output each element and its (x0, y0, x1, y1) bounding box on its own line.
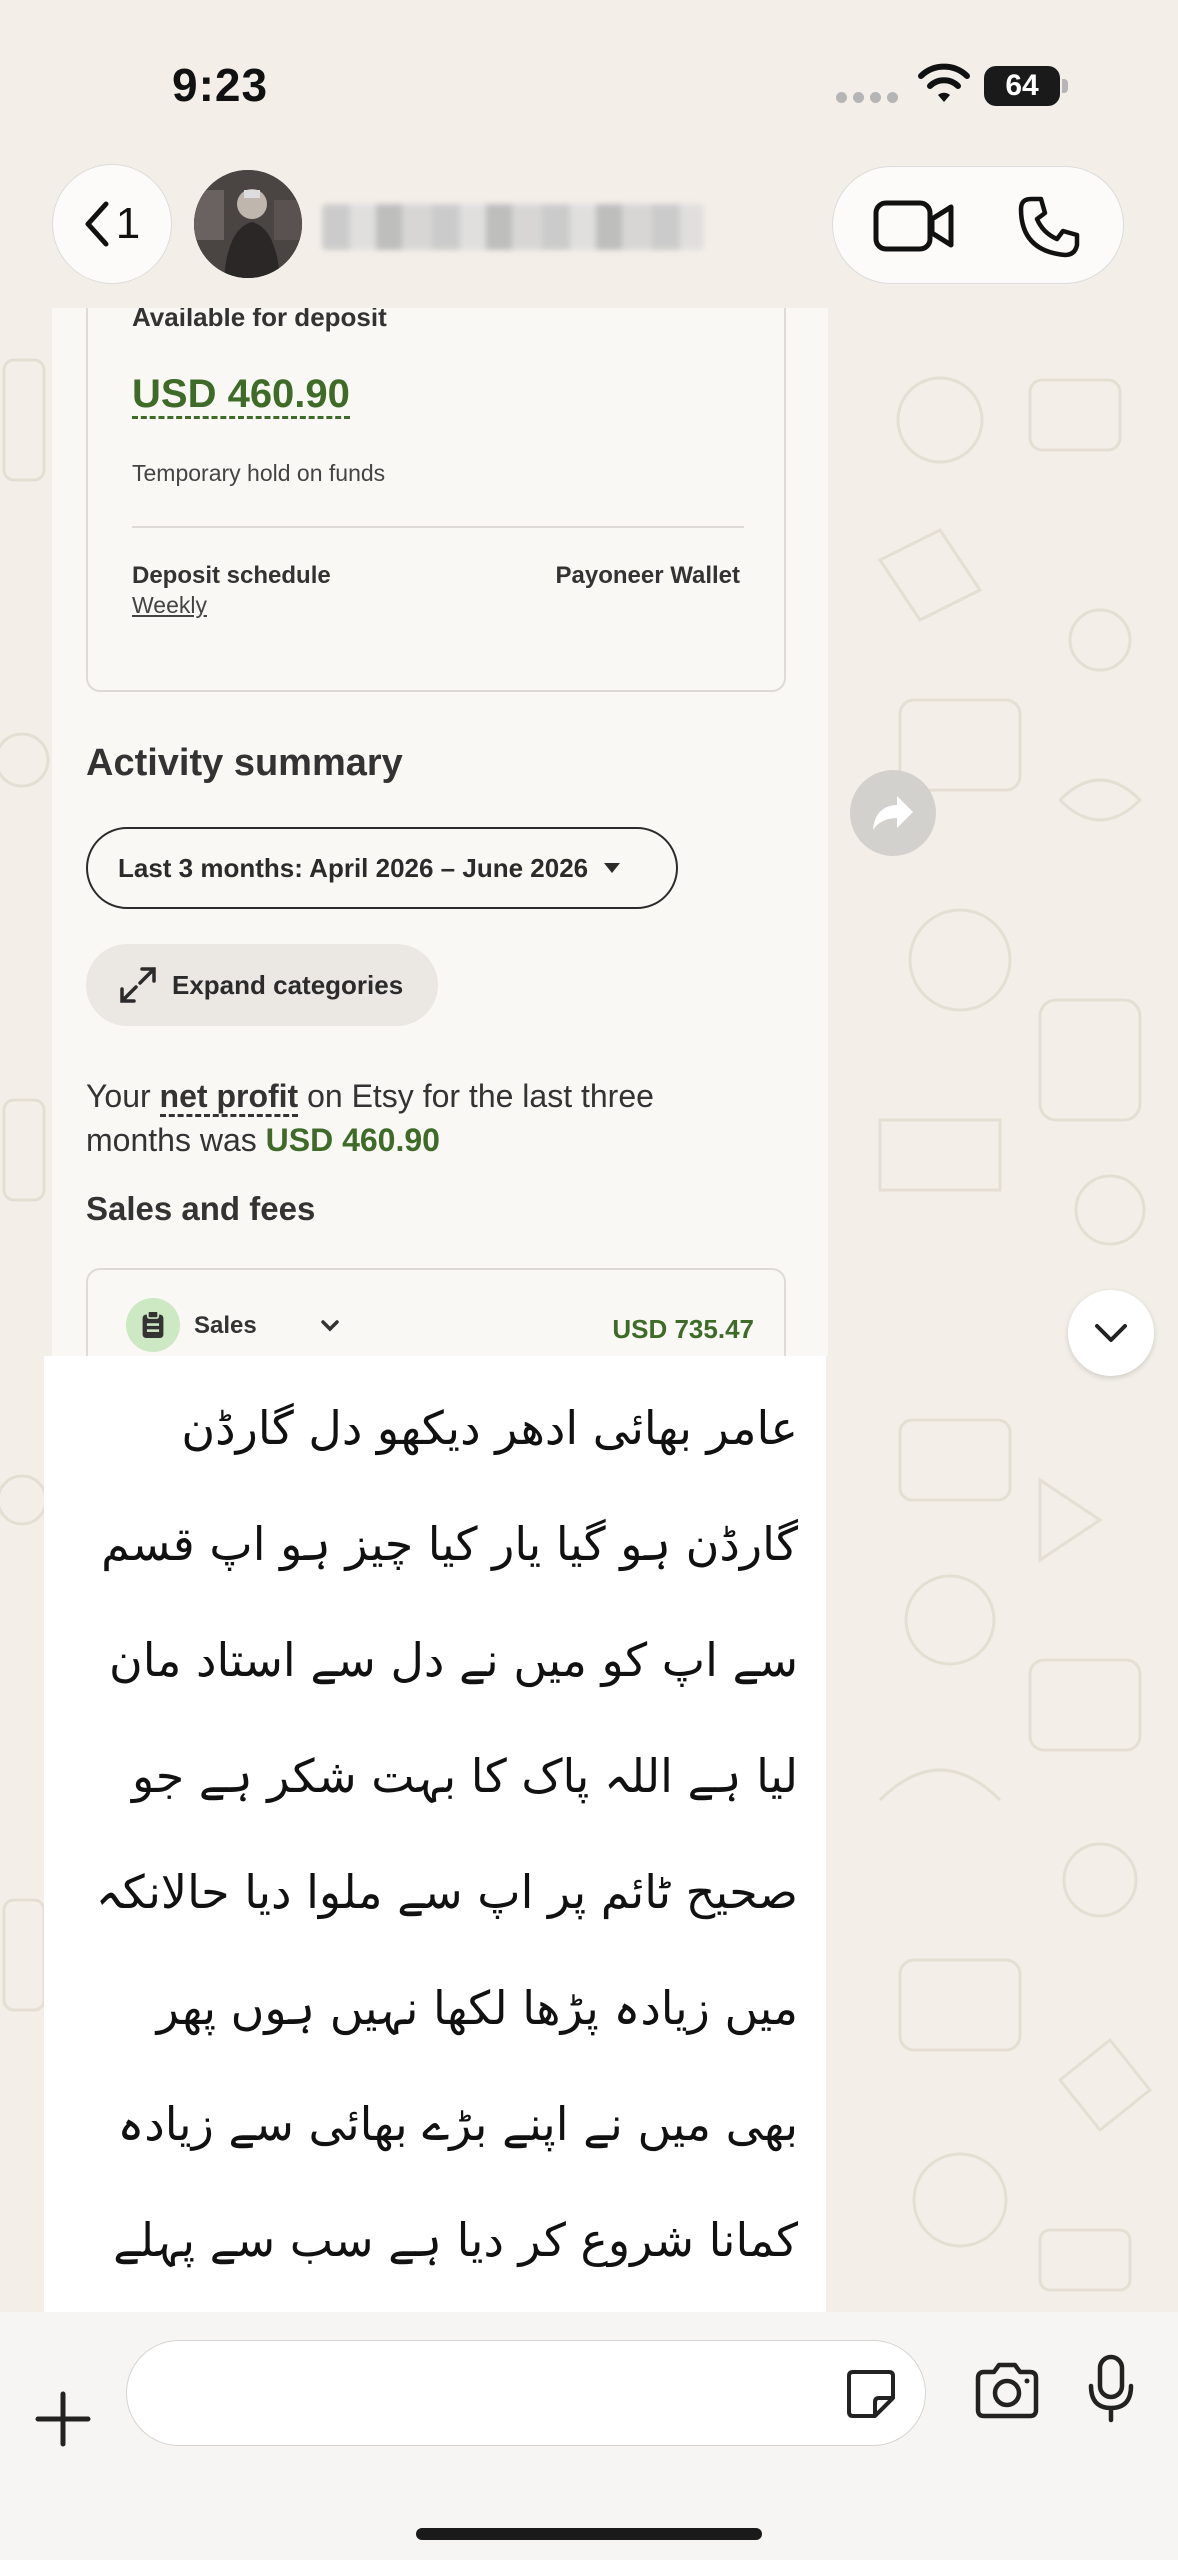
message-input-box[interactable] (126, 2340, 926, 2446)
expand-arrows-icon (120, 967, 156, 1003)
chevron-left-icon (85, 201, 109, 247)
date-range-select: Last 3 months: April 2026 – June 2026 (86, 827, 678, 909)
chevron-down-icon (1095, 1324, 1127, 1342)
shared-image-bubble[interactable]: Available for deposit USD 460.90 Tempora… (52, 308, 828, 1356)
schedule-label: Deposit schedule (132, 562, 331, 589)
profit-prefix: Your (86, 1078, 160, 1114)
chevron-down-icon (321, 1320, 339, 1332)
video-call-icon[interactable] (873, 197, 955, 255)
battery-icon: 64 (984, 66, 1068, 106)
microphone-icon[interactable] (1086, 2354, 1136, 2424)
sales-amount: USD 735.47 (612, 1314, 754, 1344)
wallet-label: Payoneer Wallet (555, 562, 740, 589)
expand-categories-button: Expand categories (86, 944, 438, 1026)
date-range-label: Last 3 months: April 2026 – June 2026 (118, 852, 589, 883)
back-button[interactable]: 1 (52, 164, 172, 284)
sales-row: Sales USD 735.47 (88, 1270, 784, 1356)
hold-note: Temporary hold on funds (132, 460, 386, 486)
call-actions (832, 166, 1124, 284)
battery-level: 64 (984, 66, 1060, 106)
expand-categories-label: Expand categories (172, 969, 404, 1000)
scroll-to-bottom-button[interactable] (1068, 1290, 1154, 1376)
forward-button[interactable] (850, 770, 936, 856)
contact-name-redacted[interactable] (322, 204, 704, 250)
clipboard-icon (126, 1298, 180, 1352)
caret-down-icon (604, 863, 621, 873)
status-time: 9:23 (172, 59, 269, 111)
voice-call-icon[interactable] (1017, 195, 1081, 259)
net-profit-text: Your net profit on Etsy for the last thr… (86, 1074, 726, 1162)
forward-arrow-icon (873, 796, 913, 830)
sales-and-fees-title: Sales and fees (86, 1190, 316, 1227)
home-indicator (416, 2528, 762, 2540)
available-label: Available for deposit (132, 308, 387, 332)
cellular-signal-icon (836, 92, 898, 103)
net-profit-term: net profit (159, 1078, 299, 1117)
sales-fees-box: Sales USD 735.47 (86, 1268, 786, 1356)
activity-summary-title: Activity summary (86, 742, 403, 784)
sticker-icon[interactable] (845, 2368, 897, 2420)
card-divider (132, 526, 744, 528)
camera-icon[interactable] (974, 2362, 1040, 2420)
sales-label: Sales (194, 1312, 257, 1339)
plus-icon[interactable] (34, 2390, 92, 2448)
schedule-value: Weekly (132, 592, 207, 618)
wifi-icon (918, 63, 970, 102)
message-input[interactable] (157, 2359, 817, 2429)
unread-count: 1 (115, 199, 141, 248)
message-bubble[interactable]: عامر بھائی ادھر دیکھو دل گارڈن گارڈن ہو … (44, 1356, 826, 2500)
net-profit-amount: USD 460.90 (265, 1122, 440, 1158)
deposit-card: Available for deposit USD 460.90 Tempora… (86, 308, 786, 692)
available-amount: USD 460.90 (132, 372, 350, 419)
contact-avatar[interactable] (194, 170, 302, 278)
